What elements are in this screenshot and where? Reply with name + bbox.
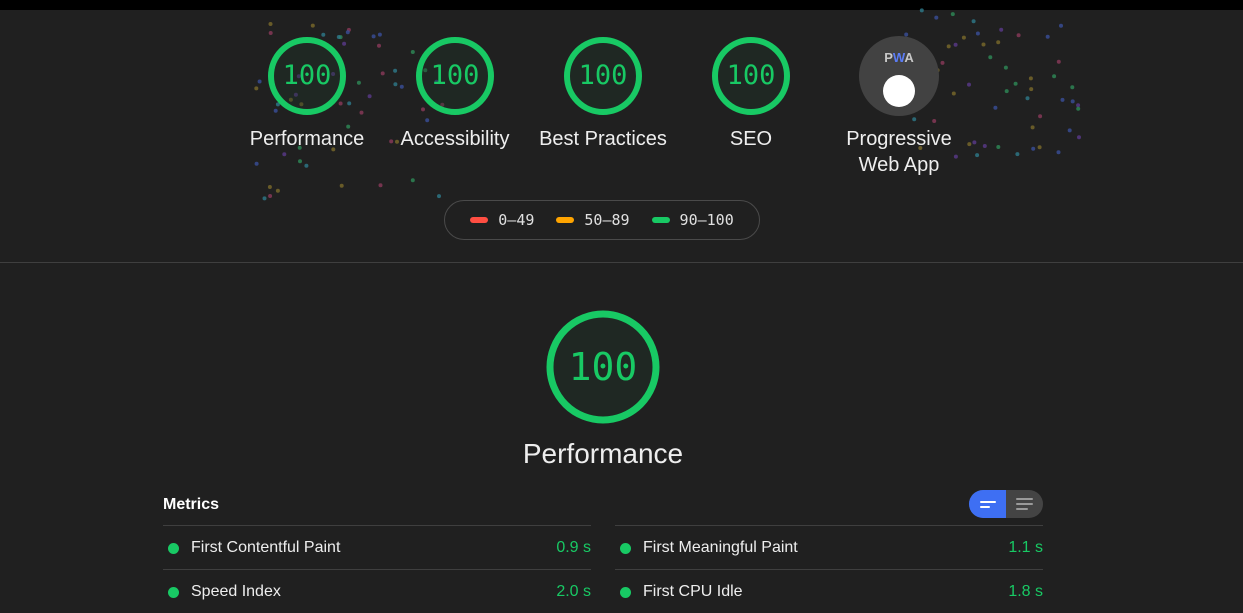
confetti-dot	[971, 19, 976, 24]
metric-name: First Contentful Paint	[191, 539, 341, 556]
metric-row: Speed Index 2.0 s	[163, 569, 591, 613]
pass-swatch-icon	[651, 217, 670, 223]
expanded-view-icon[interactable]	[1006, 490, 1043, 518]
section-divider	[0, 262, 1243, 263]
legend-item-fail: 0–49	[470, 211, 534, 229]
metrics-view-toggle[interactable]	[969, 490, 1043, 518]
metric-value: 1.1 s	[1008, 539, 1043, 556]
gauge-label: Progressive Web App	[846, 128, 952, 176]
fail-swatch-icon	[470, 217, 489, 223]
category-gauges: 100 Performance 100 Accessibility 100 Be…	[0, 36, 1243, 186]
metric-name: First CPU Idle	[643, 583, 743, 600]
metric-row: First CPU Idle 1.8 s	[615, 569, 1043, 613]
score-scale-legend: 0–49 50–89 90–100	[444, 200, 760, 240]
performance-score: 100	[568, 345, 638, 389]
metric-value: 2.0 s	[556, 583, 591, 600]
gauge-best-practices[interactable]: 100 Best Practices	[529, 36, 677, 152]
confetti-dot	[262, 196, 267, 201]
metrics-column-right: First Meaningful Paint 1.1 s First CPU I…	[615, 525, 1043, 613]
confetti-dot	[268, 22, 273, 26]
gauge-label: Accessibility	[400, 128, 510, 150]
pwa-badge-text: PWA	[884, 50, 914, 65]
gauge-accessibility[interactable]: 100 Accessibility	[381, 36, 529, 152]
confetti-dot	[268, 194, 273, 198]
legend-range: 50–89	[584, 211, 630, 229]
metric-name: First Meaningful Paint	[643, 539, 798, 556]
confetti-dot	[1059, 23, 1063, 28]
confetti-dot	[437, 194, 441, 199]
metrics-heading: Metrics	[163, 496, 220, 513]
metric-row: First Meaningful Paint 1.1 s	[615, 525, 1043, 569]
metrics-column-left: First Contentful Paint 0.9 s Speed Index…	[163, 525, 591, 613]
confetti-dot	[950, 12, 955, 17]
legend-range: 90–100	[679, 211, 734, 229]
gauge-score: 100	[430, 60, 480, 91]
gauge-label: SEO	[729, 128, 773, 150]
metric-value: 0.9 s	[556, 539, 591, 556]
gauge-score: 100	[726, 60, 776, 91]
performance-gauge: 100	[542, 306, 664, 428]
metric-value: 1.8 s	[1008, 583, 1043, 600]
pwa-badge-dot	[883, 75, 915, 107]
confetti-dot	[275, 188, 280, 193]
confetti-dot	[934, 15, 939, 20]
legend-item-pass: 90–100	[651, 211, 734, 229]
confetti-dot	[999, 27, 1004, 32]
pwa-badge-icon: PWA	[859, 36, 939, 116]
legend-range: 0–49	[498, 211, 535, 229]
compact-view-icon[interactable]	[969, 490, 1006, 518]
gauge-seo[interactable]: 100 SEO	[677, 36, 825, 152]
pass-indicator-icon	[168, 587, 179, 598]
pass-indicator-icon	[620, 587, 631, 598]
gauge-pwa[interactable]: PWA Progressive Web App	[825, 36, 973, 178]
gauge-score: 100	[282, 60, 332, 91]
pass-indicator-icon	[168, 543, 179, 554]
gauge-ring: 100	[415, 36, 495, 116]
confetti-dot	[345, 30, 350, 35]
pass-indicator-icon	[620, 543, 631, 554]
gauge-label: Best Practices	[539, 128, 667, 150]
confetti-dot	[310, 23, 315, 28]
gauge-ring: 100	[563, 36, 643, 116]
top-bar	[0, 0, 1243, 10]
metric-name: Speed Index	[191, 583, 281, 600]
metric-row: First Contentful Paint 0.9 s	[163, 525, 591, 569]
legend-item-average: 50–89	[556, 211, 630, 229]
gauge-label: Performance	[249, 128, 365, 150]
gauge-performance[interactable]: 100 Performance	[233, 36, 381, 152]
performance-title: Performance	[522, 438, 684, 469]
gauge-ring: 100	[711, 36, 791, 116]
gauge-score: 100	[578, 60, 628, 91]
confetti-dot	[975, 31, 980, 36]
confetti-dot	[268, 31, 273, 35]
average-swatch-icon	[556, 217, 575, 223]
confetti-dot	[346, 27, 351, 32]
gauge-ring: 100	[267, 36, 347, 116]
